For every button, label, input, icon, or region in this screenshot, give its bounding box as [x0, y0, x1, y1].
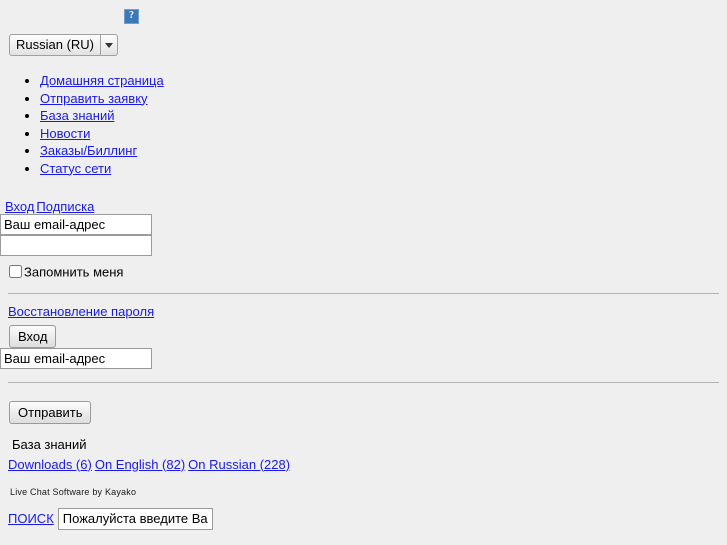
- kb-link-on-russian[interactable]: On Russian (228): [188, 457, 290, 472]
- broken-image-icon: [124, 9, 139, 25]
- kb-link-on-english[interactable]: On English (82): [95, 457, 185, 472]
- login-button[interactable]: Вход: [9, 324, 57, 348]
- list-item: Новости: [40, 125, 727, 143]
- nav-link-news[interactable]: Новости: [40, 126, 90, 141]
- list-item: База знаний: [40, 107, 727, 125]
- tab-subscribe[interactable]: Подписка: [36, 199, 94, 214]
- list-item: Домашняя страница: [40, 72, 727, 90]
- login-tabs: Вход Подписка: [0, 199, 727, 214]
- subscribe-submit-button[interactable]: Отправить: [9, 400, 92, 424]
- knowledgebase-title: База знаний: [12, 436, 87, 452]
- language-selector-row: Russian (RU): [0, 28, 727, 56]
- list-item: Отправить заявку: [40, 90, 727, 108]
- subscribe-button-row: Отправить: [9, 400, 727, 424]
- tab-login[interactable]: Вход: [5, 199, 34, 214]
- search-input[interactable]: [57, 507, 213, 530]
- login-button-row: Вход: [9, 324, 727, 348]
- login-password-input[interactable]: [0, 235, 152, 256]
- page-root: Russian (RU) Домашняя страница Отправить…: [0, 0, 727, 530]
- password-recovery-row: Восстановление пароля: [8, 304, 727, 319]
- divider-1: [8, 292, 719, 294]
- password-recovery-link[interactable]: Восстановление пароля: [8, 304, 154, 319]
- remember-me-row: Запомнить меня: [9, 265, 727, 280]
- logo-row: [0, 0, 727, 28]
- knowledgebase-category-links: Downloads (6) On English (82) On Russian (…: [8, 456, 727, 473]
- language-select[interactable]: Russian (RU): [9, 34, 101, 56]
- kayako-credit: Live Chat Software by Kayako: [10, 486, 137, 497]
- nav-link-knowledgebase[interactable]: База знаний: [40, 108, 115, 123]
- list-item: Статус сети: [40, 160, 727, 178]
- login-email-input[interactable]: [0, 214, 152, 235]
- search-link[interactable]: ПОИСК: [8, 511, 54, 526]
- nav-link-home[interactable]: Домашняя страница: [40, 73, 164, 88]
- remember-me-label: Запомнить меня: [24, 264, 124, 280]
- nav-link-network-status[interactable]: Статус сети: [40, 161, 111, 176]
- chevron-down-icon[interactable]: [100, 34, 119, 56]
- nav-link-submit-ticket[interactable]: Отправить заявку: [40, 91, 148, 106]
- divider-2: [8, 381, 719, 383]
- list-item: Заказы/Биллинг: [40, 142, 727, 160]
- nav-link-orders-billing[interactable]: Заказы/Биллинг: [40, 143, 137, 158]
- main-nav-list: Домашняя страница Отправить заявку База …: [0, 72, 727, 177]
- remember-me-checkbox[interactable]: [9, 265, 22, 278]
- search-row: ПОИСК: [8, 507, 727, 530]
- subscribe-email-input[interactable]: [0, 347, 152, 369]
- kb-link-downloads[interactable]: Downloads (6): [8, 457, 92, 472]
